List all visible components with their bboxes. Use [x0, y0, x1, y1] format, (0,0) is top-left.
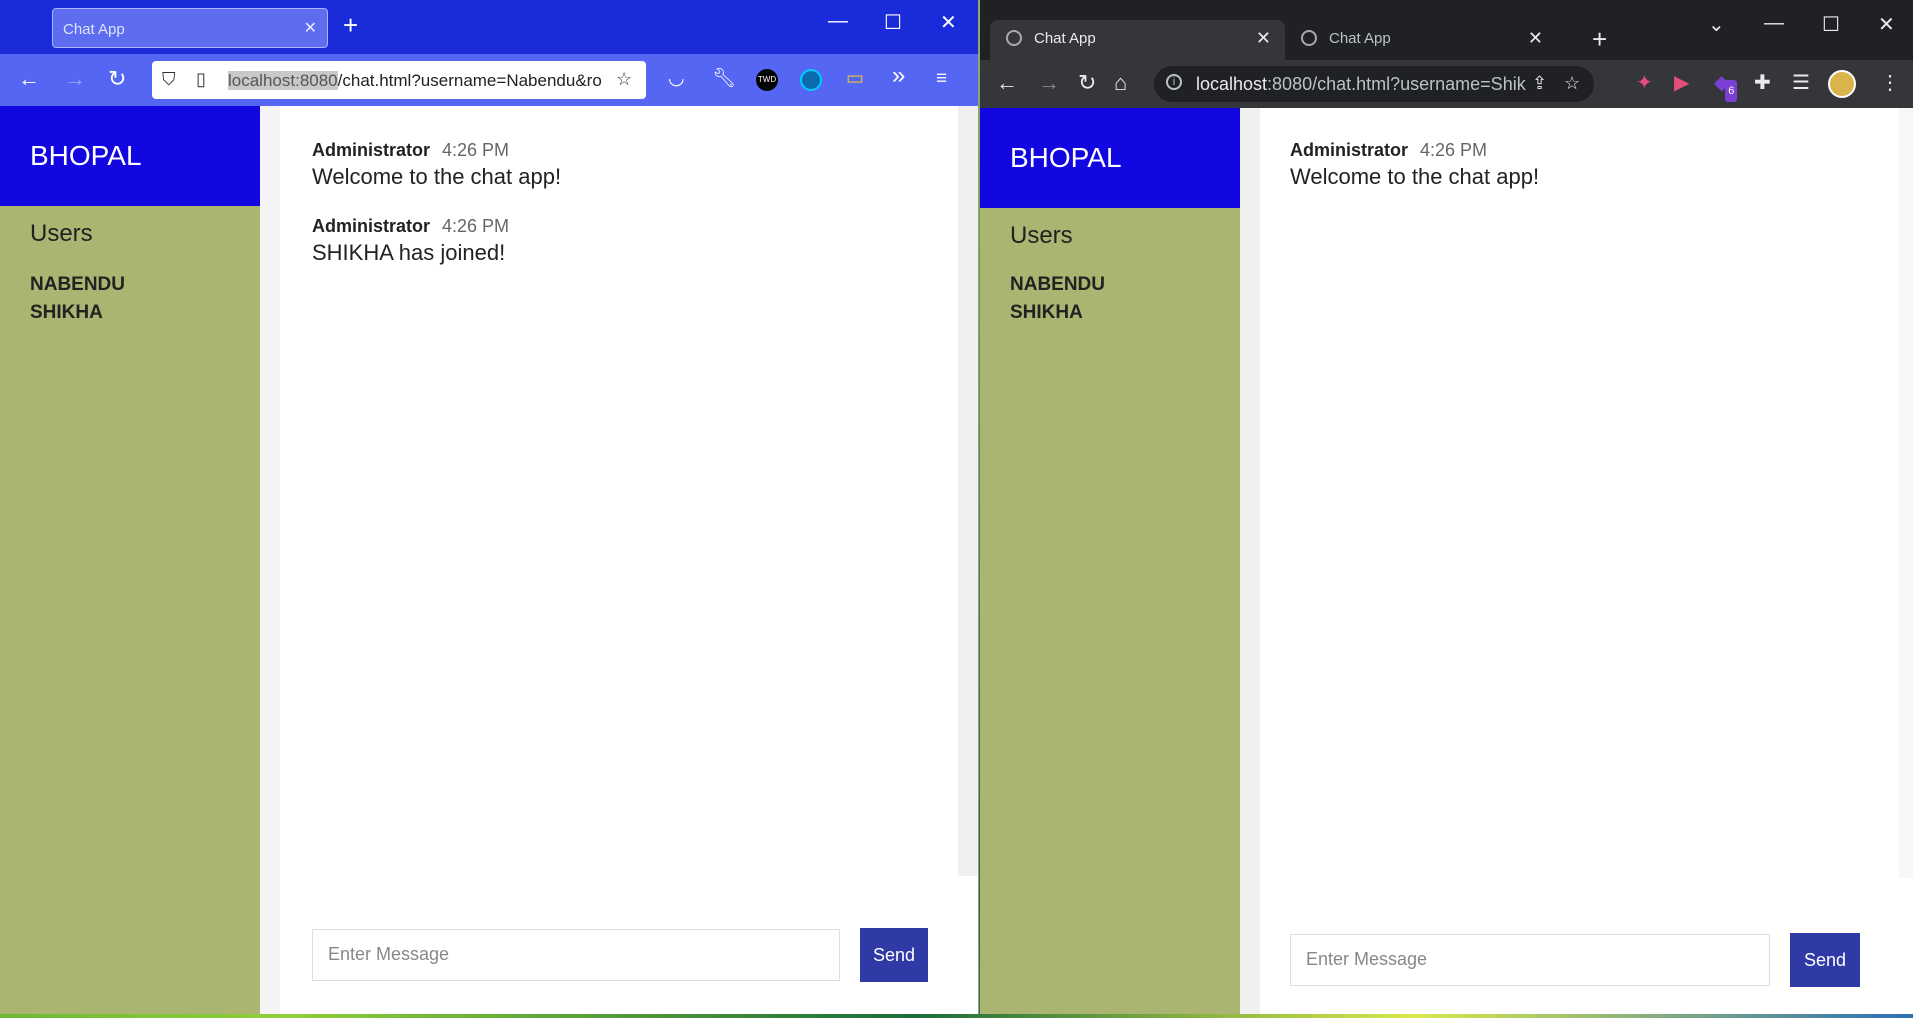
message-text: Welcome to the chat app! — [312, 164, 562, 189]
globe-extension-icon[interactable] — [800, 69, 822, 91]
share-icon[interactable]: ⇪ — [1532, 73, 1547, 94]
globe-icon — [1301, 30, 1317, 46]
user-item: NABENDU — [30, 274, 125, 295]
close-tab-icon[interactable]: ✕ — [1256, 28, 1271, 49]
star-icon[interactable]: ☆ — [616, 69, 632, 90]
forward-icon[interactable]: → — [64, 68, 86, 90]
url-path: /chat.html?username=Nabendu&ro — [337, 71, 602, 90]
message-time: 4:26 PM — [442, 140, 510, 160]
message-author: Administrator — [1290, 140, 1409, 160]
color-extension-icon[interactable]: ✦ — [1636, 72, 1653, 94]
extensions-puzzle-icon[interactable]: ✚ — [1754, 72, 1771, 94]
wrench-icon[interactable]: 🔧︎ — [712, 69, 736, 89]
globe-icon — [1006, 30, 1022, 46]
user-item: NABENDU — [1010, 274, 1105, 295]
chat-app-right: BHOPAL Users NABENDU SHIKHA Administrato… — [980, 108, 1913, 1014]
close-tab-icon[interactable]: ✕ — [1528, 28, 1543, 49]
info-icon[interactable]: i — [1166, 74, 1182, 90]
room-name: BHOPAL — [0, 106, 260, 206]
left-tab-chat-app[interactable]: Chat App ✕ — [52, 8, 328, 48]
message-text: SHIKHA has joined! — [312, 240, 506, 265]
right-browser-window: Chat App ✕ Chat App ✕ + ⌄ — ☐ ✕ ← → ↻ ⌂ … — [980, 0, 1913, 1014]
minimize-icon[interactable]: — — [828, 10, 848, 33]
twd-icon[interactable]: TWD — [756, 69, 778, 91]
close-tab-icon[interactable]: ✕ — [304, 18, 317, 38]
message-author: Administrator — [312, 140, 431, 160]
url-host: localhost:8080 — [228, 71, 338, 90]
back-icon[interactable]: ← — [996, 72, 1018, 94]
back-icon[interactable]: ← — [18, 68, 40, 90]
message-text: Welcome to the chat app! — [1290, 164, 1540, 189]
tab-title: Chat App — [1034, 30, 1096, 47]
avatar[interactable] — [1828, 70, 1856, 98]
message-input[interactable]: Enter Message — [312, 929, 840, 981]
send-button[interactable]: Send — [1790, 933, 1860, 987]
stack-extension-icon[interactable]: ◆ 6 — [1714, 72, 1738, 102]
forward-icon[interactable]: → — [1038, 72, 1060, 94]
reading-list-icon[interactable]: ☰ — [1792, 72, 1810, 94]
record-extension-icon[interactable]: ▶ — [1674, 72, 1689, 94]
user-item: SHIKHA — [1010, 302, 1083, 323]
star-icon[interactable]: ☆ — [1564, 73, 1580, 94]
room-name: BHOPAL — [980, 108, 1240, 208]
user-item: SHIKHA — [30, 302, 103, 323]
right-tab-bar: Chat App ✕ Chat App ✕ + ⌄ — ☐ ✕ — [980, 0, 1913, 60]
users-heading: Users — [30, 220, 93, 247]
new-tab-icon[interactable]: + — [1592, 26, 1607, 52]
messages-scrollbar[interactable] — [958, 106, 978, 876]
shield-icon[interactable]: ⛉ — [162, 69, 176, 90]
send-button[interactable]: Send — [860, 928, 928, 982]
message-meta: Administrator 4:26 PM — [312, 216, 509, 237]
users-heading: Users — [1010, 222, 1073, 249]
chat-app-left: BHOPAL Users NABENDU SHIKHA Administrato… — [0, 106, 978, 1014]
address-bar[interactable]: i localhost:8080/chat.html?username=Shik… — [1154, 66, 1594, 102]
pocket-icon[interactable]: ◡ — [668, 69, 685, 89]
reload-icon[interactable]: ↻ — [108, 68, 126, 90]
messages-scrollbar[interactable] — [1240, 108, 1260, 1014]
left-gutter — [260, 106, 280, 1014]
close-window-icon[interactable]: ✕ — [1878, 12, 1895, 37]
reload-icon[interactable]: ↻ — [1078, 72, 1096, 94]
url-text[interactable]: localhost:8080/chat.html?username=Shik..… — [1196, 74, 1526, 95]
right-tab-inactive[interactable]: Chat App ✕ — [1285, 20, 1557, 60]
chat-main: Administrator 4:26 PM Welcome to the chat… — [260, 106, 978, 1014]
home-icon[interactable]: ⌂ — [1114, 72, 1127, 94]
left-tab-bar: Chat App ✕ + — ☐ ✕ — [0, 0, 978, 54]
right-scrollbar[interactable] — [1899, 108, 1913, 878]
left-browser-window: Chat App ✕ + — ☐ ✕ ← → ↻ ⛉ ▯ localhost:8… — [0, 0, 979, 1014]
url-path: :8080/chat.html?username=Shik... — [1267, 74, 1526, 94]
right-nav-bar: ← → ↻ ⌂ i localhost:8080/chat.html?usern… — [980, 60, 1913, 108]
tab-search-icon[interactable]: ⌄ — [1708, 12, 1725, 37]
screen-icon[interactable]: ▭ — [846, 69, 864, 89]
left-tab-title: Chat App — [63, 21, 125, 38]
minimize-icon[interactable]: — — [1764, 12, 1784, 35]
message-time: 4:26 PM — [442, 216, 510, 236]
url-text[interactable]: localhost:8080/chat.html?username=Nabend… — [228, 71, 608, 91]
chat-main: Administrator 4:26 PM Welcome to the chat… — [1240, 108, 1913, 1014]
message-meta: Administrator 4:26 PM — [1290, 140, 1487, 161]
extension-badge: 6 — [1725, 80, 1738, 102]
right-tab-active[interactable]: Chat App ✕ — [990, 20, 1285, 60]
message-author: Administrator — [312, 216, 431, 236]
kebab-menu-icon[interactable]: ⋮ — [1880, 72, 1900, 94]
left-nav-bar: ← → ↻ ⛉ ▯ localhost:8080/chat.html?usern… — [0, 54, 978, 106]
message-input[interactable]: Enter Message — [1290, 934, 1770, 986]
maximize-icon[interactable]: ☐ — [884, 10, 902, 35]
chat-sidebar: BHOPAL Users NABENDU SHIKHA — [980, 108, 1240, 1014]
menu-icon[interactable]: ≡ — [936, 69, 947, 89]
page-icon[interactable]: ▯ — [196, 69, 206, 90]
chat-sidebar: BHOPAL Users NABENDU SHIKHA — [0, 106, 260, 1014]
url-host: localhost — [1196, 74, 1268, 94]
message-meta: Administrator 4:26 PM — [312, 140, 509, 161]
new-tab-icon[interactable]: + — [343, 12, 358, 38]
close-window-icon[interactable]: ✕ — [940, 10, 957, 35]
overflow-icon[interactable]: » — [892, 64, 905, 88]
tab-title: Chat App — [1329, 30, 1391, 47]
message-time: 4:26 PM — [1420, 140, 1488, 160]
maximize-icon[interactable]: ☐ — [1822, 12, 1840, 37]
address-bar[interactable]: ⛉ ▯ localhost:8080/chat.html?username=Na… — [152, 61, 646, 99]
